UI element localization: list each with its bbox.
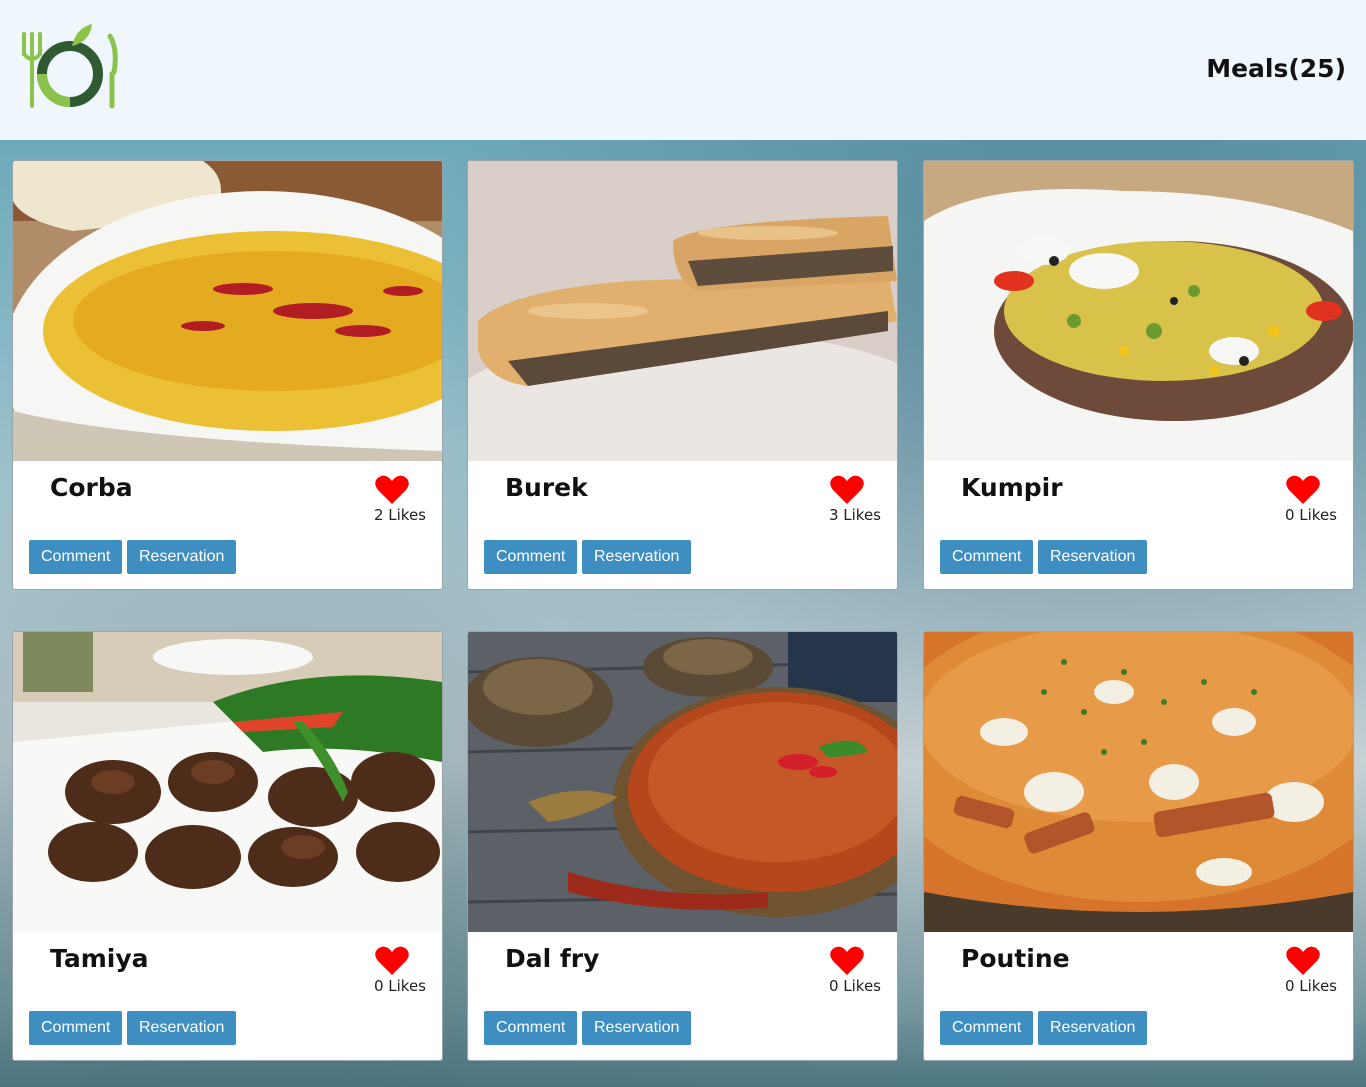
meal-card: Kumpir 0 Likes Comment Reservation xyxy=(923,160,1354,590)
meal-name: Burek xyxy=(505,473,588,502)
reservation-button[interactable]: Reservation xyxy=(127,540,237,574)
meal-name: Poutine xyxy=(961,944,1070,973)
meal-image xyxy=(924,161,1353,461)
meal-card: Tamiya 0 Likes Comment Reservation xyxy=(12,631,443,1061)
comment-button[interactable]: Comment xyxy=(484,1011,578,1045)
reservation-button[interactable]: Reservation xyxy=(582,540,692,574)
meal-card: Dal fry 0 Likes Comment Reservation xyxy=(467,631,898,1061)
heart-like-icon[interactable] xyxy=(1286,475,1320,505)
comment-button[interactable]: Comment xyxy=(29,540,123,574)
likes-count: 3 Likes xyxy=(828,506,881,524)
meal-card: Corba 2 Likes Comment Reservation xyxy=(12,160,443,590)
meal-name: Dal fry xyxy=(505,944,600,973)
reservation-button[interactable]: Reservation xyxy=(582,1011,692,1045)
meal-image xyxy=(468,161,897,461)
comment-button[interactable]: Comment xyxy=(940,1011,1034,1045)
reservation-button[interactable]: Reservation xyxy=(127,1011,237,1045)
meal-image xyxy=(468,632,897,932)
meal-name: Kumpir xyxy=(961,473,1063,502)
likes-count: 0 Likes xyxy=(1284,977,1337,995)
comment-button[interactable]: Comment xyxy=(29,1011,123,1045)
meal-name: Tamiya xyxy=(50,944,149,973)
heart-like-icon[interactable] xyxy=(830,475,864,505)
comment-button[interactable]: Comment xyxy=(484,540,578,574)
meal-card: Burek 3 Likes Comment Reservation xyxy=(467,160,898,590)
meal-image xyxy=(13,632,442,932)
meal-image xyxy=(13,161,442,461)
heart-like-icon[interactable] xyxy=(830,946,864,976)
meal-name: Corba xyxy=(50,473,133,502)
likes-count: 0 Likes xyxy=(1284,506,1337,524)
page-header: Meals(25) xyxy=(0,0,1366,140)
likes-count: 2 Likes xyxy=(373,506,426,524)
logo-icon xyxy=(22,24,118,109)
heart-like-icon[interactable] xyxy=(375,475,409,505)
meal-card: Poutine 0 Likes Comment Reservation xyxy=(923,631,1354,1061)
heart-like-icon[interactable] xyxy=(1286,946,1320,976)
heart-like-icon[interactable] xyxy=(375,946,409,976)
likes-count: 0 Likes xyxy=(373,977,426,995)
likes-count: 0 Likes xyxy=(828,977,881,995)
comment-button[interactable]: Comment xyxy=(940,540,1034,574)
meal-image xyxy=(924,632,1353,932)
meals-count: Meals(25) xyxy=(1206,54,1346,83)
reservation-button[interactable]: Reservation xyxy=(1038,1011,1148,1045)
reservation-button[interactable]: Reservation xyxy=(1038,540,1148,574)
